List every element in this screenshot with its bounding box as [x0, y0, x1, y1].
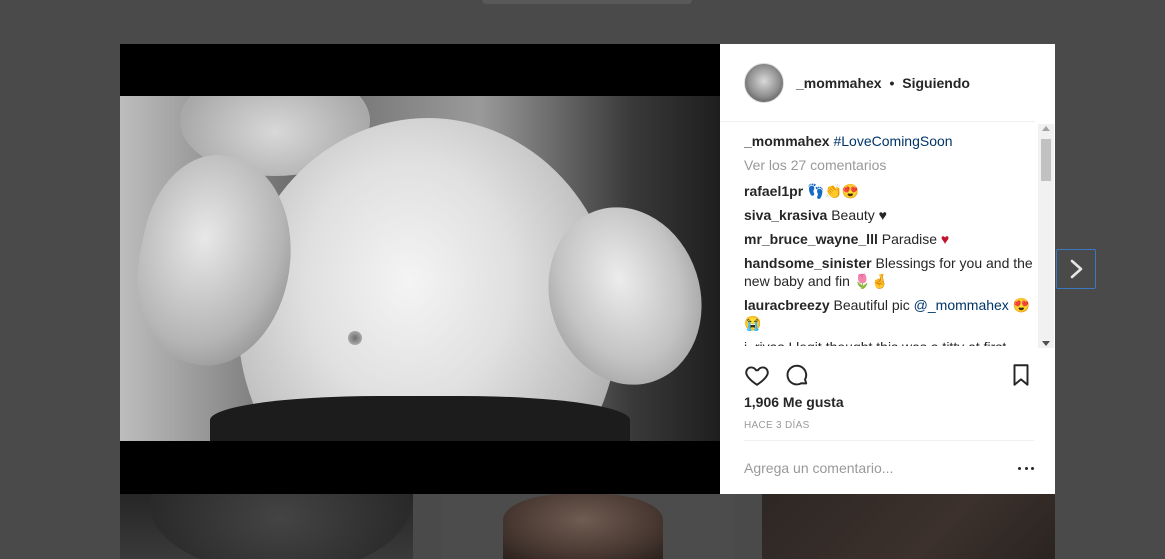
- chevron-right-icon: [1070, 259, 1083, 279]
- background-search-bar: [482, 0, 692, 4]
- post-actions: [744, 362, 1034, 388]
- post-photo[interactable]: [120, 96, 720, 441]
- comment-text: 👣👏😍: [807, 183, 860, 199]
- background-grid-thumbnail[interactable]: [762, 494, 1055, 559]
- likes-count[interactable]: 1,906 Me gusta: [744, 394, 844, 410]
- scrollbar-thumb[interactable]: [1041, 139, 1051, 181]
- mention-link[interactable]: @_mommahex: [914, 297, 1009, 313]
- caption: _mommahex #LoveComingSoon: [744, 132, 1034, 150]
- view-all-comments-link[interactable]: Ver los 27 comentarios: [744, 156, 1034, 174]
- scroll-up-icon[interactable]: [1042, 126, 1050, 131]
- comment-text: Beauty ♥: [831, 207, 887, 223]
- list-item: siva_krasiva Beauty ♥: [744, 206, 1034, 224]
- red-heart-icon: ♥: [940, 231, 950, 247]
- comment-username[interactable]: siva_krasiva: [744, 207, 827, 223]
- list-item: lauracbreezy Beautiful pic @_mommahex 😍😭: [744, 296, 1034, 332]
- comments-scrollbar[interactable]: [1038, 124, 1054, 348]
- list-item-partial: i_rivas I legit thought this was a titty…: [744, 338, 1034, 346]
- comment-input[interactable]: [744, 459, 994, 476]
- list-item: handsome_sinister Blessings for you and …: [744, 254, 1034, 290]
- comments-list[interactable]: _mommahex #LoveComingSoon Ver los 27 com…: [744, 132, 1034, 346]
- post-side-panel: _mommahex • Siguiendo _mommahex #LoveCom…: [720, 44, 1055, 494]
- list-item: rafael1pr 👣👏😍: [744, 182, 1034, 200]
- comment-username[interactable]: rafael1pr: [744, 183, 803, 199]
- scroll-down-icon[interactable]: [1042, 341, 1050, 346]
- header-separator: •: [889, 74, 895, 91]
- comment-text: Beautiful pic: [833, 297, 914, 313]
- background-grid-thumbnail[interactable]: [120, 494, 413, 559]
- heart-icon[interactable]: [744, 362, 770, 388]
- bookmark-icon[interactable]: [1008, 362, 1034, 388]
- avatar[interactable]: [744, 62, 784, 103]
- caption-username[interactable]: _mommahex: [744, 133, 830, 149]
- add-comment-section: [744, 440, 1034, 494]
- post-header: _mommahex • Siguiendo: [720, 44, 1035, 122]
- follow-status-button[interactable]: Siguiendo: [902, 75, 970, 91]
- background-grid-thumbnail[interactable]: [441, 494, 734, 559]
- hashtag-link[interactable]: #LoveComingSoon: [833, 133, 952, 149]
- next-post-button[interactable]: [1056, 249, 1096, 289]
- background-logo: [122, 0, 272, 4]
- post-timestamp[interactable]: HACE 3 DÍAS: [744, 420, 810, 431]
- post-media[interactable]: [120, 44, 720, 494]
- list-item: mr_bruce_wayne_lll Paradise ♥: [744, 230, 1034, 248]
- comment-username[interactable]: lauracbreezy: [744, 297, 830, 313]
- header-username[interactable]: _mommahex: [796, 75, 882, 91]
- comment-bubble-icon[interactable]: [784, 362, 810, 388]
- post-modal: _mommahex • Siguiendo _mommahex #LoveCom…: [120, 44, 1055, 494]
- comment-username[interactable]: mr_bruce_wayne_lll: [744, 231, 878, 247]
- comment-text: Paradise ♥: [881, 231, 950, 247]
- more-options-icon[interactable]: [1018, 461, 1034, 475]
- comment-username[interactable]: handsome_sinister: [744, 255, 872, 271]
